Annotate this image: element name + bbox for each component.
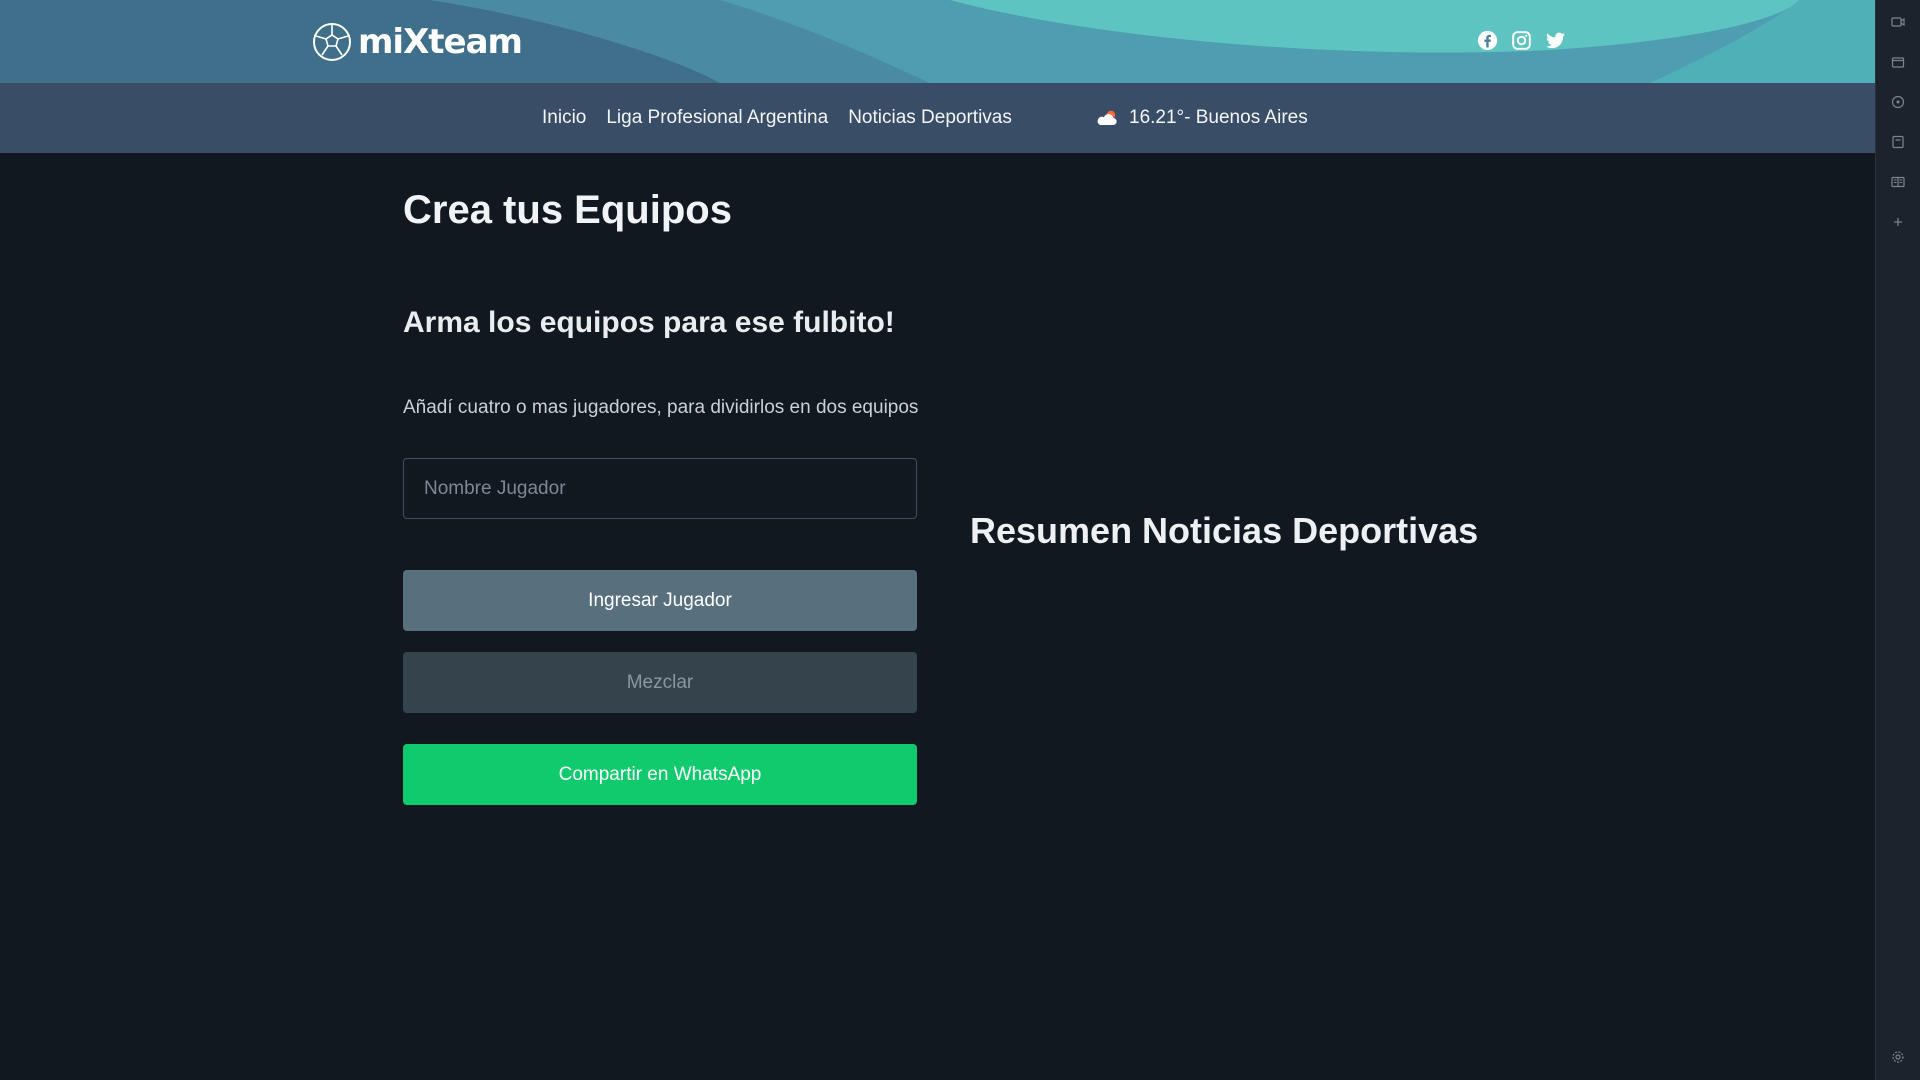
main-nav: Inicio Liga Profesional Argentina Notici…	[0, 83, 1875, 153]
instructions-text: Añadí cuatro o mas jugadores, para divid…	[403, 397, 919, 418]
cloudy-sun-icon	[1097, 110, 1117, 126]
browser-sidebar	[1875, 0, 1920, 1080]
weather-widget: 16.21°- Buenos Aires	[1095, 83, 1308, 153]
site-header: miXteam	[0, 0, 1875, 83]
soccer-ball-icon	[313, 23, 351, 61]
player-name-input[interactable]	[403, 458, 917, 519]
nav-links: Inicio Liga Profesional Argentina Notici…	[542, 83, 1012, 153]
facebook-icon[interactable]	[1477, 30, 1498, 51]
wallet-icon[interactable]	[1891, 55, 1905, 69]
section-subtitle: Arma los equipos para ese fulbito!	[403, 306, 895, 339]
brand-logo[interactable]: miXteam	[312, 22, 523, 62]
nav-item-inicio[interactable]: Inicio	[542, 107, 586, 129]
instagram-icon[interactable]	[1511, 30, 1532, 51]
save-icon[interactable]	[1891, 135, 1905, 149]
weather-text: 16.21°- Buenos Aires	[1129, 107, 1308, 128]
header-background	[0, 0, 1875, 83]
mix-teams-button[interactable]: Mezclar	[403, 652, 917, 713]
reader-icon[interactable]	[1891, 175, 1905, 189]
nav-item-liga-profesional[interactable]: Liga Profesional Argentina	[606, 107, 828, 129]
plus-icon[interactable]	[1891, 215, 1905, 229]
nav-item-noticias[interactable]: Noticias Deportivas	[848, 107, 1012, 129]
video-icon[interactable]	[1891, 15, 1905, 29]
chat-icon[interactable]	[1891, 95, 1905, 109]
twitter-icon[interactable]	[1545, 30, 1566, 51]
page-title: Crea tus Equipos	[403, 188, 732, 232]
add-player-button[interactable]: Ingresar Jugador	[403, 570, 917, 631]
social-links	[1477, 30, 1566, 51]
brand-name: miXteam	[358, 22, 523, 62]
news-summary-title: Resumen Noticias Deportivas	[970, 510, 1479, 551]
settings-icon[interactable]	[1891, 1050, 1905, 1064]
share-whatsapp-button[interactable]: Compartir en WhatsApp	[403, 744, 917, 805]
